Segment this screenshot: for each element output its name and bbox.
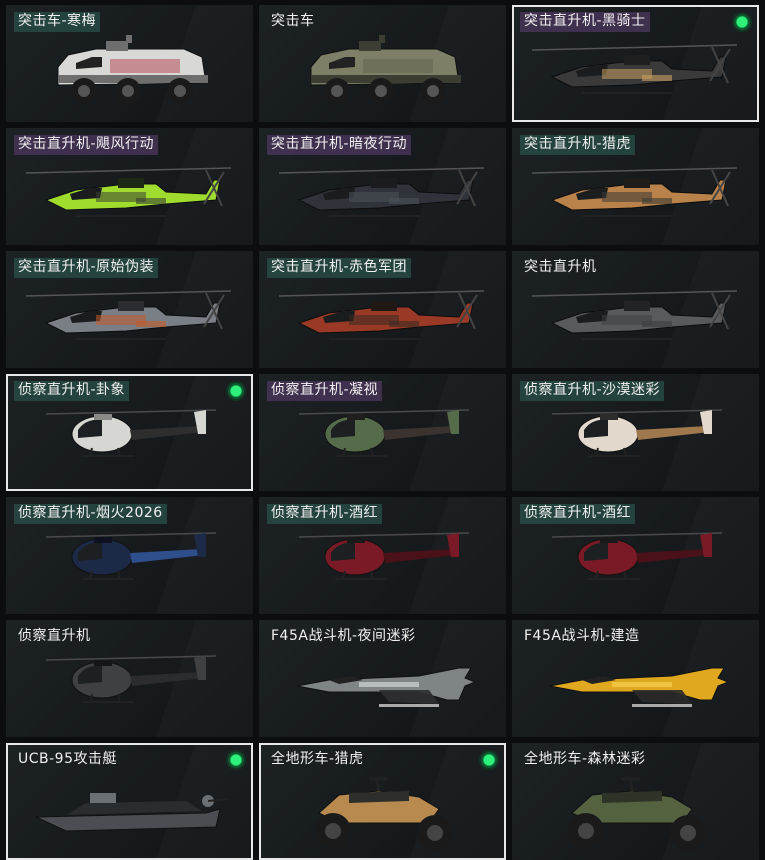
equipped-indicator-icon (228, 383, 244, 399)
vehicle-skin-name: 侦察直升机-烟火2026 (14, 504, 167, 524)
vehicle-skin-card[interactable]: 突击直升机-赤色军团 (259, 251, 506, 368)
vehicle-skin-name: 全地形车-猎虎 (271, 751, 364, 767)
vehicle-skin-card[interactable]: F45A战斗机-建造 (512, 620, 759, 737)
vehicle-skin-name: 突击车 (271, 13, 315, 29)
vehicle-skin-name: 突击直升机-赤色军团 (267, 258, 412, 278)
vehicle-skin-name: 侦察直升机 (18, 628, 91, 644)
vehicle-skin-name: 侦察直升机-酒红 (267, 504, 383, 524)
vehicle-skin-card[interactable]: 突击车 (259, 5, 506, 122)
vehicle-skin-name: 侦察直升机-卦象 (14, 381, 130, 401)
vehicle-skin-name: 突击车-寒梅 (14, 12, 101, 32)
vehicle-skin-name: F45A战斗机-建造 (524, 628, 640, 644)
vehicle-skin-card[interactable]: 侦察直升机-沙漠迷彩 (512, 374, 759, 491)
vehicle-skin-name: 突击直升机-暗夜行动 (267, 135, 412, 155)
vehicle-skin-name: 侦察直升机-酒红 (520, 504, 636, 524)
equipped-indicator-icon (481, 752, 497, 768)
vehicle-skin-card[interactable]: 突击直升机-猎虎 (512, 128, 759, 245)
vehicle-skin-card[interactable]: 突击车-寒梅 (6, 5, 253, 122)
vehicle-skin-card[interactable]: 突击直升机 (512, 251, 759, 368)
vehicle-skin-name: 侦察直升机-沙漠迷彩 (520, 381, 665, 401)
vehicle-skin-card[interactable]: 突击直升机-飓风行动 (6, 128, 253, 245)
vehicle-skin-name: 突击直升机-飓风行动 (14, 135, 159, 155)
vehicle-skin-card[interactable]: 侦察直升机-烟火2026 (6, 497, 253, 614)
vehicle-skin-card[interactable]: 侦察直升机 (6, 620, 253, 737)
vehicle-skin-name: 侦察直升机-凝视 (267, 381, 383, 401)
vehicle-skin-card[interactable]: 突击直升机-暗夜行动 (259, 128, 506, 245)
equipped-indicator-icon (228, 752, 244, 768)
vehicle-skin-name: UCB-95攻击艇 (18, 751, 117, 767)
vehicle-skin-card[interactable]: F45A战斗机-夜间迷彩 (259, 620, 506, 737)
vehicle-skin-card[interactable]: 突击直升机-黑骑士 (512, 5, 759, 122)
vehicle-skin-name: 突击直升机-猎虎 (520, 135, 636, 155)
vehicle-skin-name: F45A战斗机-夜间迷彩 (271, 628, 416, 644)
vehicle-skin-card[interactable]: 侦察直升机-酒红 (512, 497, 759, 614)
vehicle-skin-name: 突击直升机 (524, 259, 597, 275)
vehicle-skin-card[interactable]: UCB-95攻击艇 (6, 743, 253, 860)
vehicle-skin-card[interactable]: 侦察直升机-酒红 (259, 497, 506, 614)
vehicle-skin-card[interactable]: 侦察直升机-凝视 (259, 374, 506, 491)
vehicle-skin-name: 突击直升机-黑骑士 (520, 12, 650, 32)
vehicle-skin-name: 突击直升机-原始伪装 (14, 258, 159, 278)
vehicle-skin-card[interactable]: 全地形车-猎虎 (259, 743, 506, 860)
vehicle-skin-name: 全地形车-森林迷彩 (524, 751, 646, 767)
vehicle-skin-grid: 突击车-寒梅 突击车 突击直升机-黑骑士 突击直升机-飓风行动 突击直升机-暗夜行动 突击… (0, 0, 765, 860)
equipped-indicator-icon (734, 14, 750, 30)
vehicle-skin-card[interactable]: 侦察直升机-卦象 (6, 374, 253, 491)
vehicle-skin-card[interactable]: 突击直升机-原始伪装 (6, 251, 253, 368)
vehicle-skin-card[interactable]: 全地形车-森林迷彩 (512, 743, 759, 860)
